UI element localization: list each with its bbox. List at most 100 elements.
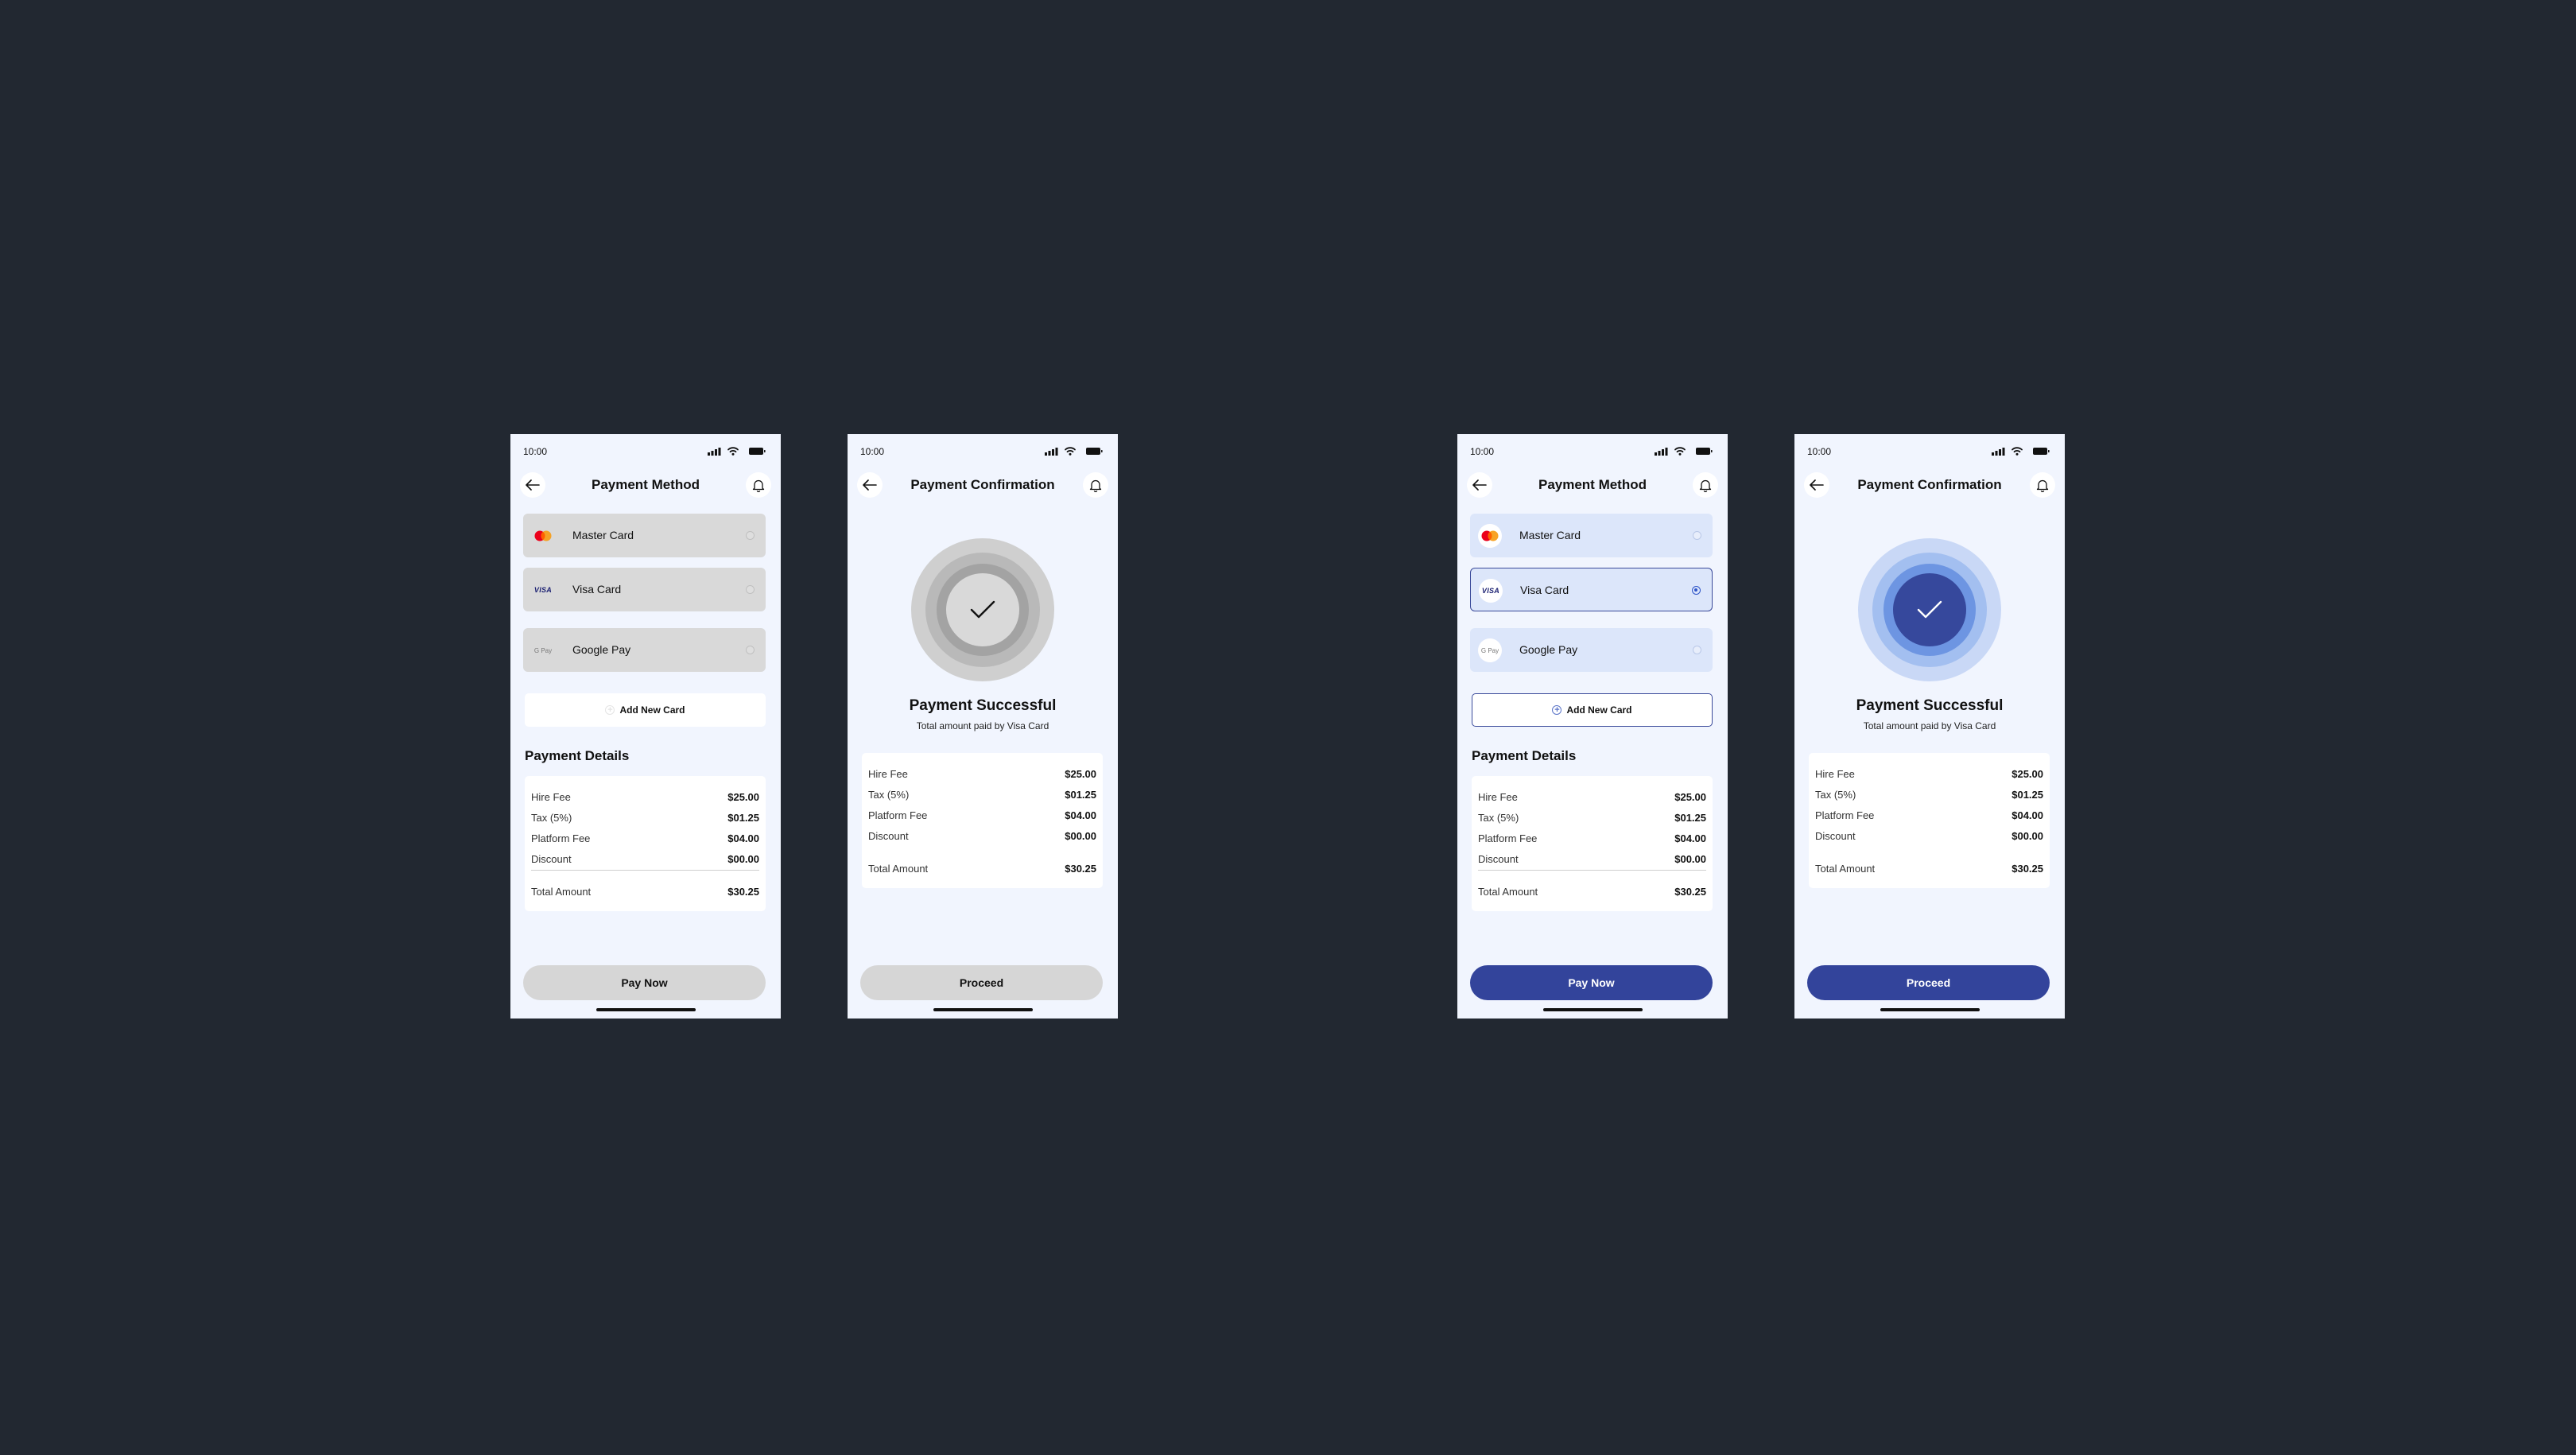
total-label: Total Amount	[531, 886, 592, 898]
total-value: $30.25	[1065, 863, 1096, 875]
success-title: Payment Successful	[1856, 697, 2004, 714]
divider	[531, 870, 759, 871]
phone-screen-s1: 10:00 Payment Method Master Card VISA Visa C…	[510, 434, 781, 1018]
gpay-logo: G Pay	[1478, 638, 1502, 662]
bell-icon	[1699, 479, 1712, 492]
visa-logo-text: VISA	[1481, 587, 1500, 595]
divider	[1478, 870, 1706, 871]
radio-button[interactable]	[1692, 586, 1701, 595]
gpay-logo: G Pay	[531, 638, 555, 662]
payment-option-visa[interactable]: VISA Visa Card	[523, 568, 766, 611]
signal-wifi-battery-icon	[1655, 447, 1713, 456]
detail-value: $00.00	[1674, 853, 1706, 865]
detail-value: $00.00	[1065, 830, 1096, 842]
radio-button[interactable]	[1693, 531, 1701, 540]
detail-label: Discount	[868, 830, 909, 842]
detail-label: Platform Fee	[1478, 832, 1538, 844]
status-bar: 10:00	[1794, 434, 2065, 469]
payment-option-visa[interactable]: VISA Visa Card	[1470, 568, 1713, 611]
payment-option-gpay[interactable]: G Pay Google Pay	[1470, 628, 1713, 672]
pay-now-button[interactable]: Pay Now	[1470, 965, 1713, 1000]
detail-label: Platform Fee	[1815, 809, 1875, 821]
notification-button[interactable]	[2030, 472, 2055, 498]
detail-value: $01.25	[1674, 812, 1706, 824]
detail-value: $04.00	[1674, 832, 1706, 844]
detail-row: Tax (5%) $01.25	[531, 812, 759, 826]
home-indicator	[933, 1008, 1033, 1011]
detail-value: $04.00	[1065, 809, 1096, 821]
detail-label: Discount	[1478, 853, 1519, 865]
home-indicator	[1880, 1008, 1980, 1011]
notification-button[interactable]	[746, 472, 771, 498]
detail-label: Hire Fee	[1478, 791, 1518, 803]
visa-logo-text: VISA	[533, 586, 553, 594]
back-button[interactable]	[520, 472, 545, 498]
total-value: $30.25	[2012, 863, 2043, 875]
detail-row: Discount $00.00	[531, 853, 759, 867]
payment-option-mastercard[interactable]: Master Card	[1470, 514, 1713, 557]
back-button[interactable]	[1467, 472, 1492, 498]
mastercard-logo	[531, 524, 555, 548]
status-icons	[1650, 445, 1713, 458]
payment-details-title: Payment Details	[1472, 748, 1577, 763]
phone-screen-s2: 10:00 Payment Confirmation Payment Success…	[848, 434, 1118, 1018]
payment-option-label: Master Card	[572, 529, 634, 541]
proceed-button[interactable]: Proceed	[860, 965, 1103, 1000]
total-label: Total Amount	[1815, 863, 1876, 875]
detail-row: Discount $00.00	[1478, 853, 1706, 867]
bell-icon	[1089, 479, 1102, 492]
status-time: 10:00	[860, 446, 885, 457]
status-time: 10:00	[523, 446, 548, 457]
proceed-button[interactable]: Proceed	[1807, 965, 2050, 1000]
payment-option-gpay[interactable]: G Pay Google Pay	[523, 628, 766, 672]
add-new-card-button[interactable]: + Add New Card	[1472, 693, 1713, 727]
status-bar: 10:00	[848, 434, 1118, 469]
radio-button[interactable]	[746, 531, 755, 540]
signal-wifi-battery-icon	[708, 447, 766, 456]
status-bar: 10:00	[1457, 434, 1728, 469]
gpay-logo-text: G Pay	[533, 646, 553, 654]
radio-button[interactable]	[746, 585, 755, 594]
mastercard-logo	[1478, 524, 1502, 548]
total-row: Total Amount $30.25	[1478, 886, 1706, 900]
detail-value: $01.25	[727, 812, 759, 824]
arrow-left-icon	[1472, 479, 1487, 491]
add-new-card-label: Add New Card	[619, 704, 685, 716]
detail-row: Platform Fee $04.00	[1478, 832, 1706, 847]
notification-button[interactable]	[1693, 472, 1718, 498]
detail-row: Discount $00.00	[868, 830, 1096, 844]
home-indicator	[1543, 1008, 1643, 1011]
detail-value: $00.00	[2012, 830, 2043, 842]
radio-button[interactable]	[1693, 646, 1701, 654]
total-label: Total Amount	[1478, 886, 1538, 898]
detail-value: $01.25	[1065, 789, 1096, 801]
radio-button[interactable]	[746, 646, 755, 654]
back-button[interactable]	[857, 472, 883, 498]
arrow-left-icon	[526, 479, 540, 491]
detail-value: $00.00	[727, 853, 759, 865]
page-title: Payment Method	[1538, 477, 1647, 492]
success-title: Payment Successful	[909, 697, 1057, 714]
detail-value: $04.00	[2012, 809, 2043, 821]
total-row: Total Amount $30.25	[1815, 863, 2043, 877]
detail-label: Tax (5%)	[531, 812, 572, 824]
payment-details-card: Hire Fee $25.00 Tax (5%) $01.25 Platform Fee…	[1809, 753, 2050, 888]
status-bar: 10:00	[510, 434, 781, 469]
status-time: 10:00	[1807, 446, 1832, 457]
back-button[interactable]	[1804, 472, 1829, 498]
detail-label: Hire Fee	[868, 768, 908, 780]
detail-value: $04.00	[727, 832, 759, 844]
add-new-card-button[interactable]: + Add New Card	[525, 693, 766, 727]
page-title: Payment Confirmation	[1857, 477, 2002, 492]
payment-option-label: Google Pay	[1519, 643, 1578, 656]
success-subtitle: Total amount paid by Visa Card	[1863, 720, 1996, 731]
pay-now-button[interactable]: Pay Now	[523, 965, 766, 1000]
payment-option-mastercard[interactable]: Master Card	[523, 514, 766, 557]
check-icon	[1916, 599, 1943, 620]
plus-circle-icon: +	[1552, 705, 1562, 715]
total-row: Total Amount $30.25	[868, 863, 1096, 877]
status-icons	[1040, 445, 1104, 458]
detail-value: $01.25	[2012, 789, 2043, 801]
notification-button[interactable]	[1083, 472, 1108, 498]
screen-header: Payment Confirmation	[1794, 470, 2065, 500]
